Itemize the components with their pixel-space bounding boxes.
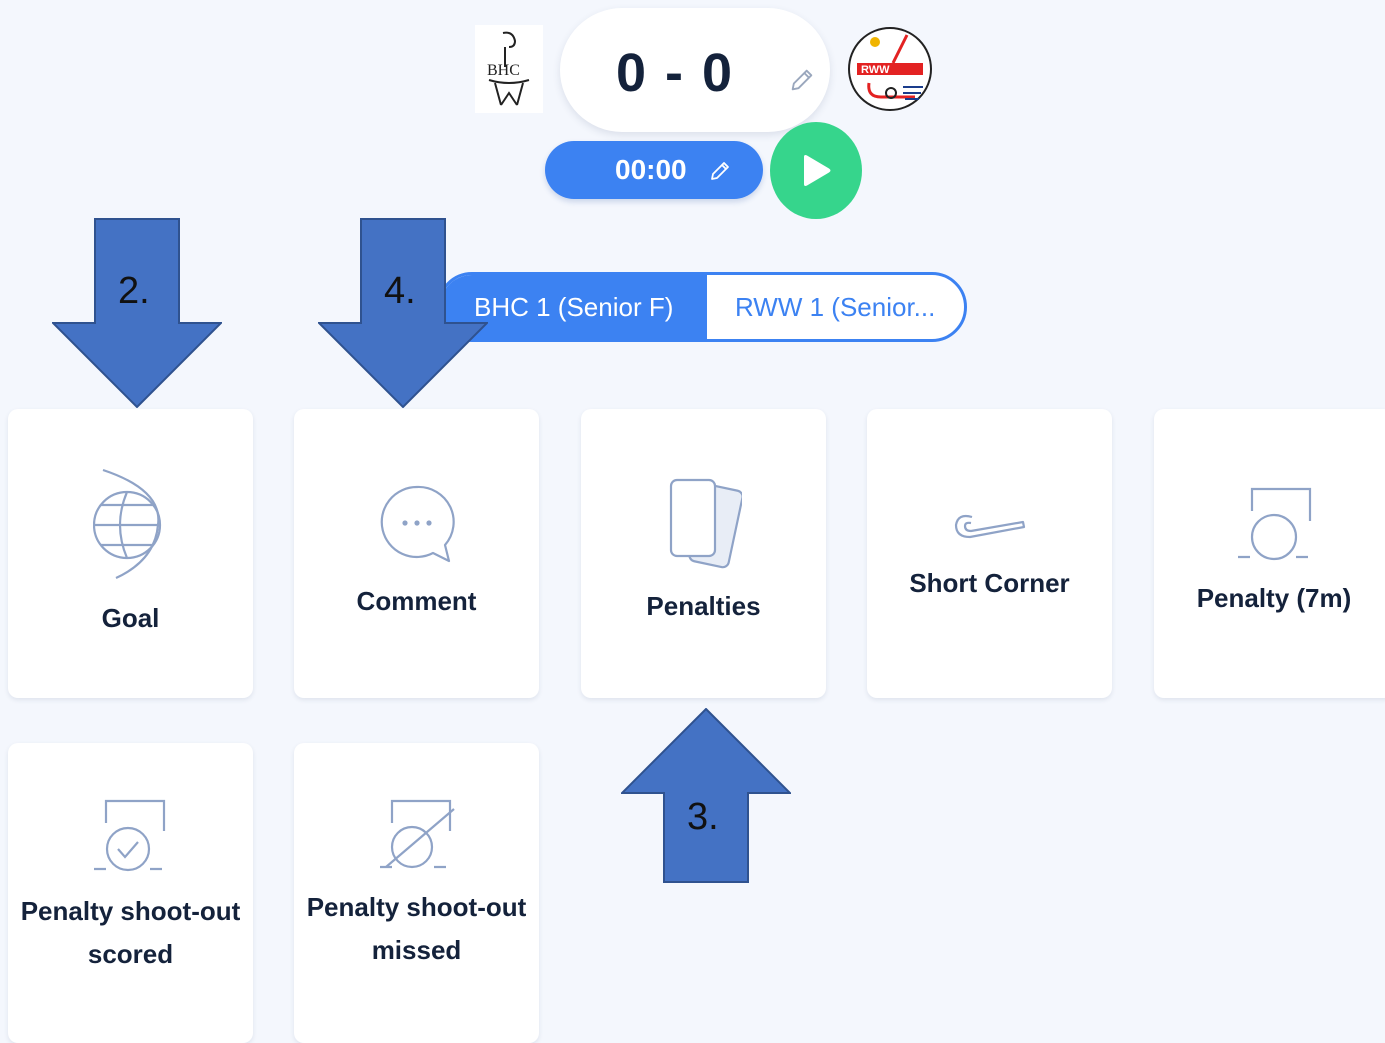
score-value: 0 - 0: [615, 43, 735, 103]
team-selector: BHC 1 (Senior F) RWW 1 (Senior...: [437, 272, 967, 342]
action-card-shootout-scored[interactable]: Penalty shoot-out scored: [8, 743, 253, 1043]
action-card-penalties[interactable]: Penalties: [581, 409, 826, 698]
chat-bubble-icon: [380, 485, 455, 563]
home-team-logo: BHC: [475, 25, 543, 113]
action-label: Penalty (7m): [1196, 583, 1352, 613]
away-team-logo: RWW: [847, 25, 933, 113]
play-icon: [804, 155, 831, 186]
action-label: Comment: [356, 586, 477, 616]
home-logo-lettering: BHC: [487, 62, 520, 79]
action-label-line-2: missed: [371, 935, 462, 965]
annotation-arrow-4: 4.: [316, 218, 490, 409]
start-clock-button[interactable]: [770, 122, 862, 219]
action-card-comment[interactable]: Comment: [294, 409, 539, 698]
edit-score-icon[interactable]: [788, 66, 816, 94]
action-label: Penalties: [646, 591, 761, 621]
down-arrow-icon: [316, 218, 490, 409]
action-label-line-2: scored: [87, 939, 174, 969]
action-card-shootout-missed[interactable]: Penalty shoot-out missed: [294, 743, 539, 1043]
action-card-goal[interactable]: Goal: [8, 409, 253, 698]
cards-icon: [669, 478, 742, 569]
action-card-short-corner[interactable]: Short Corner: [867, 409, 1112, 698]
action-label: Short Corner: [909, 568, 1070, 598]
action-label-line-1: Penalty shoot-out: [306, 892, 527, 922]
penalty-goal-icon: [1238, 487, 1312, 561]
globe-goal-icon: [92, 468, 161, 579]
clock-value: 00:00: [615, 154, 687, 185]
action-label-line-1: Penalty shoot-out: [20, 896, 241, 926]
annotation-arrow-3: 3.: [619, 707, 793, 883]
annotation-number: 3.: [687, 796, 719, 838]
edit-clock-icon[interactable]: [708, 159, 732, 183]
action-card-penalty-7m[interactable]: Penalty (7m): [1154, 409, 1385, 698]
hockey-stick-icon: [954, 514, 1025, 539]
tab-away-team[interactable]: RWW 1 (Senior...: [707, 275, 964, 339]
action-label: Goal: [101, 603, 160, 633]
annotation-number: 2.: [118, 270, 150, 312]
shootout-scored-icon: [93, 799, 165, 872]
annotation-arrow-2: 2.: [50, 218, 224, 409]
shootout-missed-icon: [379, 799, 455, 869]
annotation-number: 4.: [384, 270, 416, 312]
away-logo-lettering: RWW: [861, 64, 890, 76]
match-clock[interactable]: 00:00: [545, 141, 763, 199]
down-arrow-icon: [50, 218, 224, 409]
score-display: 0 - 0: [560, 8, 830, 132]
